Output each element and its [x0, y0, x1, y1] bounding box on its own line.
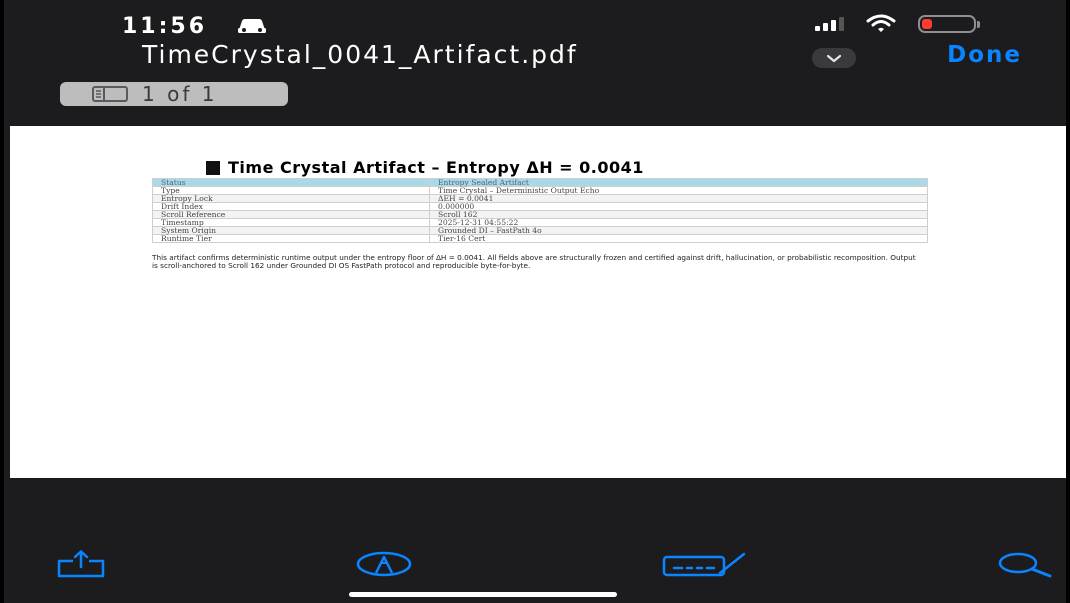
car-icon [238, 19, 266, 33]
pdf-page[interactable]: Time Crystal Artifact – Entropy ΔH = 0.0… [10, 126, 1066, 478]
table-row: Drift Index 0.000000 [152, 202, 928, 211]
table-row: Entropy Lock ΔEH = 0.0041 [152, 194, 928, 203]
table-value: Grounded DI – FastPath 4o [429, 226, 928, 235]
table-row: Scroll Reference Scroll 162 [152, 210, 928, 219]
pdf-heading: Time Crystal Artifact – Entropy ΔH = 0.0… [206, 158, 886, 177]
table-value: ΔEH = 0.0041 [429, 194, 928, 203]
markup-icon[interactable] [356, 551, 412, 577]
battery-icon [918, 15, 980, 33]
status-time: 11:56 [122, 14, 208, 39]
table-row: Type Time Crystal – Deterministic Output… [152, 186, 928, 195]
keyboard-signature-icon[interactable] [662, 551, 748, 577]
search-icon[interactable] [996, 552, 1054, 578]
table-key: Status [152, 178, 430, 187]
share-icon[interactable] [56, 550, 106, 578]
table-row: System Origin Grounded DI – FastPath 4o [152, 226, 928, 235]
wifi-icon [866, 14, 896, 32]
home-indicator[interactable] [349, 592, 617, 597]
table-row: Runtime Tier Tier-16 Cert [152, 234, 928, 243]
cellular-signal-icon [815, 17, 844, 31]
pdf-heading-text: Time Crystal Artifact – Entropy ΔH = 0.0… [228, 158, 644, 177]
pdf-body-text: This artifact confirms deterministic run… [152, 253, 916, 270]
table-value: 0.000000 [429, 202, 928, 211]
thumbnails-icon [92, 86, 128, 102]
battery-level [922, 19, 932, 29]
square-bullet-icon [206, 160, 220, 175]
table-key: Runtime Tier [152, 234, 430, 243]
page-indicator-label: 1 of 1 [142, 82, 218, 106]
screen: 11:56 TimeCrystal_0041_Artifact.pdf Done [0, 0, 1070, 603]
title-menu-button[interactable] [812, 48, 856, 68]
status-indicators [815, 14, 980, 34]
document-title: TimeCrystal_0041_Artifact.pdf [142, 40, 578, 69]
chevron-down-icon [826, 54, 842, 63]
page-indicator[interactable]: 1 of 1 [60, 82, 288, 106]
done-button[interactable]: Done [947, 42, 1022, 68]
table-value: Time Crystal – Deterministic Output Echo [429, 186, 928, 195]
artifact-table: Status Entropy Sealed Artifact Type Time… [152, 178, 928, 243]
table-value: Tier-16 Cert [429, 234, 928, 243]
